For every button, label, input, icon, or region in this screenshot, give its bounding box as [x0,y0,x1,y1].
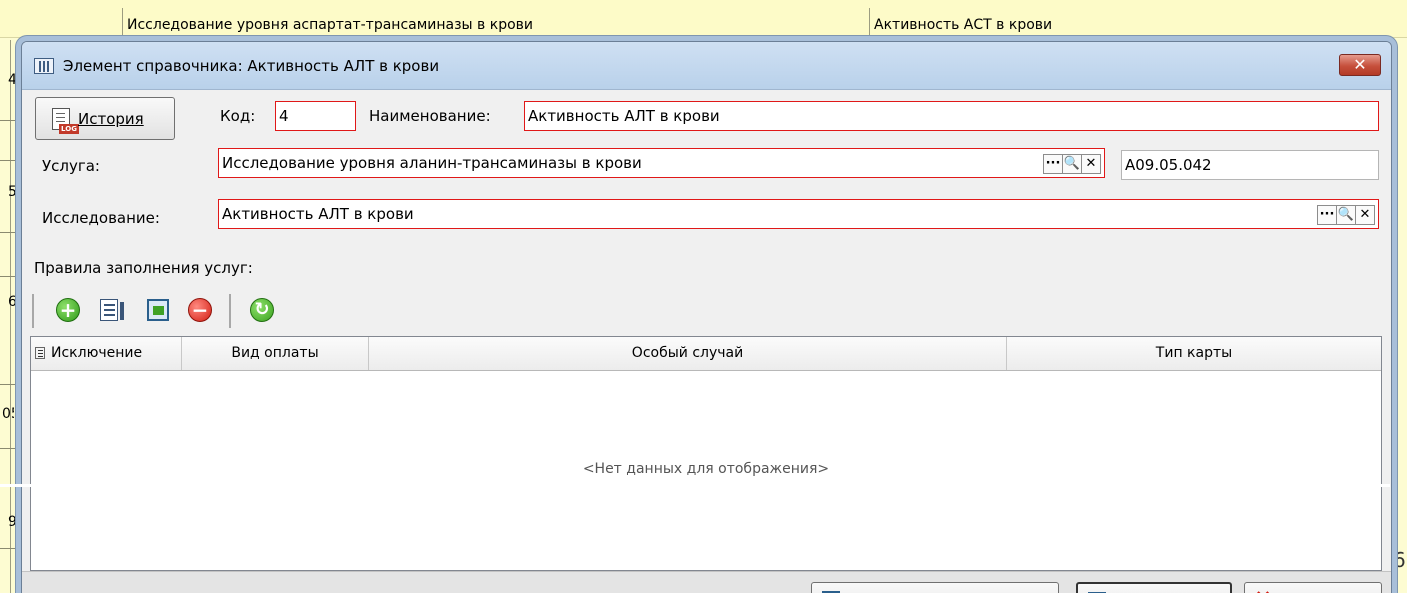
edit-icon [100,299,124,321]
delete-icon: − [188,298,212,322]
history-button[interactable]: LOG История [35,97,175,140]
refresh-button[interactable]: ↻ [248,296,276,324]
toolbar-separator [229,294,231,328]
background-service-cell: Исследование уровня аспартат-трансаминаз… [127,17,534,33]
service-code-field[interactable]: A09.05.042 [1121,150,1379,180]
column-header-label: Исключение [51,345,143,361]
service-value: Исследование уровня аланин-трансаминазы … [222,154,642,172]
background-table-row: Исследование уровня аспартат-трансаминаз… [0,0,1407,38]
background-row-divider [0,232,22,233]
toolbar-separator [32,294,34,328]
delete-button[interactable]: − [186,296,214,324]
column-header-exception[interactable]: Исключение [31,337,182,370]
save-and-close-button[interactable] [811,582,1059,593]
ellipsis-icon[interactable]: ··· [1043,154,1063,174]
background-column-divider [122,8,123,38]
background-row-divider [0,276,22,277]
service-label: Услуга: [42,157,100,175]
service-field[interactable]: Исследование уровня аланин-трансаминазы … [218,148,1105,178]
search-icon[interactable]: 🔍 [1062,154,1082,174]
background-column-divider [10,40,11,593]
column-chooser-icon[interactable] [35,347,45,359]
clear-icon[interactable]: ✕ [1081,154,1101,174]
name-label: Наименование: [369,107,491,125]
add-icon: + [56,298,80,322]
background-row-number: 6 [8,294,17,310]
research-lookup-buttons: ··· 🔍 ✕ [1317,205,1375,225]
service-lookup-buttons: ··· 🔍 ✕ [1043,154,1101,174]
log-document-icon: LOG [52,108,79,134]
background-row-number: 4 [8,72,17,88]
background-research-cell: Активность АСТ в крови [874,17,1053,33]
research-label: Исследование: [42,209,160,227]
research-value: Активность АЛТ в крови [222,205,414,223]
save-button[interactable] [144,296,172,324]
dialog-titlebar[interactable]: Элемент справочника: Активность АЛТ в кр… [22,42,1391,90]
background-edge-text: 6 [1393,548,1406,572]
rules-grid: Исключение Вид оплаты Особый случай Тип … [30,336,1382,571]
close-icon: ✕ [1353,55,1367,74]
name-field[interactable]: Активность АЛТ в крови [524,101,1379,131]
background-row-number: 5 [8,184,17,200]
add-button[interactable]: + [54,296,82,324]
grid-empty-message: <Нет данных для отображения> [582,461,830,477]
column-header-special-case[interactable]: Особый случай [369,337,1007,370]
close-icon: ✖ [1253,587,1273,593]
dialog-footer: ✖ [22,571,1391,593]
rules-toolbar: + − ↻ [30,290,1382,332]
background-row-divider [0,448,22,449]
background-row-divider [0,160,22,161]
background-column-divider [869,8,870,38]
background-row-number: 05 [2,406,14,422]
table-icon [34,58,54,74]
overlay-divider [0,484,1390,487]
research-field[interactable]: Активность АЛТ в крови ··· 🔍 ✕ [218,199,1379,229]
grid-header: Исключение Вид оплаты Особый случай Тип … [31,337,1381,371]
ellipsis-icon[interactable]: ··· [1317,205,1337,225]
background-row-divider [0,120,22,121]
edit-button[interactable] [96,296,124,324]
dialog-title: Элемент справочника: Активность АЛТ в кр… [63,57,440,75]
save-icon [147,299,169,321]
save-button-footer[interactable] [1076,582,1232,593]
background-row-divider [0,548,22,549]
rules-label: Правила заполнения услуг: [34,259,253,277]
clear-icon[interactable]: ✕ [1355,205,1375,225]
history-button-label: История [78,110,144,128]
search-icon[interactable]: 🔍 [1336,205,1356,225]
code-label: Код: [220,107,256,125]
column-header-card-type[interactable]: Тип карты [1007,337,1381,370]
background-row-divider [0,384,22,385]
column-header-payment-type[interactable]: Вид оплаты [182,337,369,370]
refresh-icon: ↻ [250,298,274,322]
close-button[interactable]: ✕ [1339,54,1381,76]
background-row-number: 9 [8,514,17,530]
reference-item-dialog: Элемент справочника: Активность АЛТ в кр… [21,41,1392,593]
code-field[interactable]: 4 [275,101,356,131]
close-button-footer[interactable]: ✖ [1244,582,1382,593]
